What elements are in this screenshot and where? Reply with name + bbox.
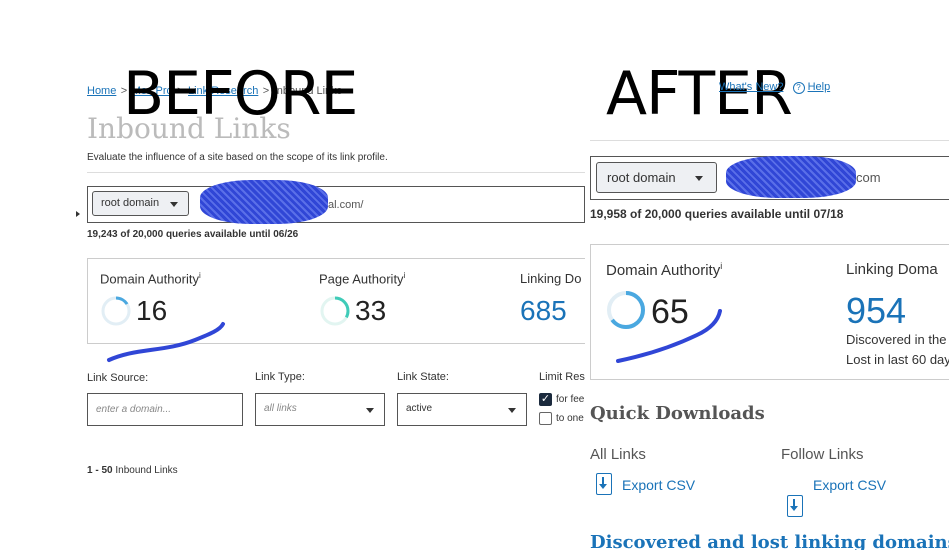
link-state-select[interactable]: active [397, 393, 527, 426]
scope-select-value: root domain [607, 170, 676, 185]
link-type-value: all links [264, 403, 297, 414]
linking-domains-value: 954 [846, 290, 907, 331]
discovered-lost-title: Discovered and lost linking domains [590, 532, 949, 550]
linking-domains-value: 685 [520, 295, 567, 326]
link-source-input[interactable]: enter a domain... [87, 393, 243, 426]
export-csv-follow-links-button[interactable]: Export CSV [813, 477, 886, 493]
query-quota: 19,958 of 20,000 queries available until… [590, 207, 844, 221]
domain-input-value: com [856, 170, 881, 185]
lost-text: Lost in last 60 day [846, 352, 949, 367]
after-label: AFTER [606, 59, 793, 129]
checkbox-checked[interactable]: ✓ [539, 393, 552, 406]
link-source-label: Link Source: [87, 372, 149, 384]
download-icon [596, 473, 612, 495]
scope-select[interactable]: root domain [92, 191, 189, 216]
info-icon: i [403, 271, 406, 280]
domain-input-value: al.com/ [328, 199, 364, 211]
chevron-down-icon [366, 408, 374, 413]
help-icon: ? [792, 82, 805, 94]
page-title: Inbound Links [87, 112, 291, 145]
all-links-label: All Links [590, 446, 646, 463]
page-subtitle: Evaluate the influence of a site based o… [87, 152, 388, 163]
discovered-text: Discovered in the [846, 332, 947, 347]
link-state-label: Link State: [397, 371, 449, 383]
linking-domains-label: Linking Do [520, 271, 582, 286]
header-links: What's New? ? Help [719, 81, 830, 94]
limit-results-label: Limit Res [539, 371, 585, 383]
chevron-down-icon [508, 408, 516, 413]
link-source-placeholder: enter a domain... [96, 404, 172, 415]
gauge-ring [320, 296, 350, 326]
after-panel: AFTER What's New? ? Help root domain com… [0, 0, 949, 550]
link-type-select[interactable]: all links [255, 393, 385, 426]
divider [87, 172, 585, 173]
export-csv-all-links-button[interactable]: Export CSV [622, 477, 695, 493]
whats-new-link[interactable]: What's New? [719, 81, 783, 93]
results-count: 1 - 50 Inbound Links [87, 465, 178, 476]
divider [590, 140, 949, 141]
domain-authority-label: Domain Authorityi [606, 261, 723, 279]
domain-authority-label: Domain Authorityi [100, 271, 201, 287]
results-range: 1 - 50 [87, 465, 113, 476]
info-icon: i [720, 261, 723, 271]
link-state-value: active [406, 403, 433, 414]
checkbox-label: for fee [556, 394, 585, 405]
checkbox-label: to one [556, 413, 584, 424]
redaction-scribble [200, 180, 328, 224]
breadcrumb-home[interactable]: Home [87, 85, 116, 97]
chevron-down-icon [695, 176, 703, 181]
query-quota: 19,243 of 20,000 queries available until… [87, 229, 299, 240]
linking-domains-label: Linking Doma [846, 261, 938, 278]
annotation-stroke [107, 322, 225, 362]
chevron-down-icon [170, 202, 178, 207]
link-type-label: Link Type: [255, 371, 305, 383]
scope-select[interactable]: root domain [596, 162, 717, 193]
page-authority-label: Page Authorityi [319, 271, 406, 287]
page-authority-value: 33 [355, 295, 387, 326]
quick-downloads-title: Quick Downloads [590, 403, 765, 424]
follow-links-label: Follow Links [781, 446, 864, 463]
expand-arrow-icon [76, 211, 80, 217]
results-label: Inbound Links [115, 465, 178, 476]
info-icon: i [199, 271, 201, 280]
checkbox-unchecked[interactable] [539, 412, 552, 425]
help-link[interactable]: Help [808, 81, 831, 93]
page-authority-gauge [319, 295, 351, 327]
download-icon [787, 495, 803, 517]
annotation-stroke [616, 309, 722, 363]
redaction-scribble [726, 156, 856, 198]
scope-select-value: root domain [101, 197, 160, 209]
